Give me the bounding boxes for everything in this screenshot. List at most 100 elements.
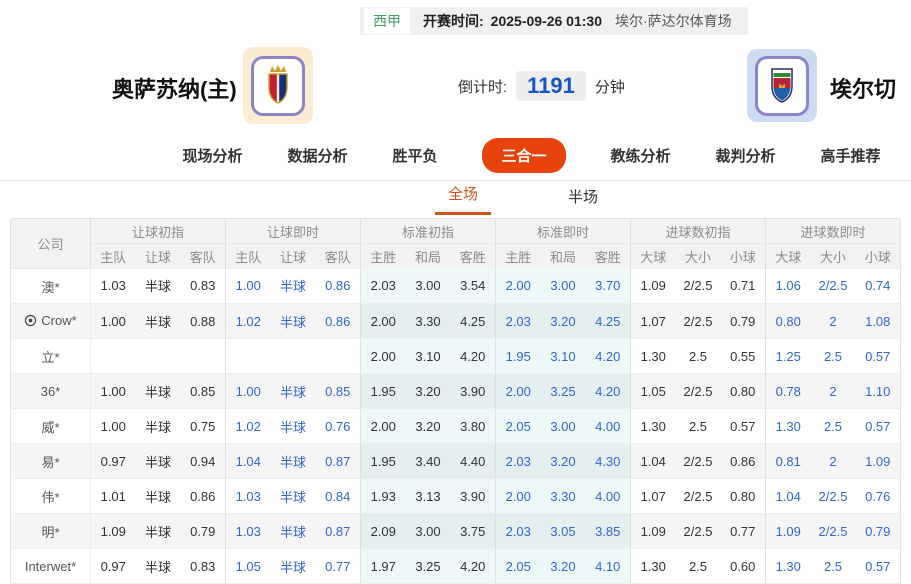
odds-cell: 4.20 <box>451 549 496 584</box>
nav-tab-0[interactable]: 现场分析 <box>182 145 242 166</box>
odds-cell: 0.86 <box>721 444 766 479</box>
odds-cell: 4.20 <box>586 339 631 374</box>
odds-cell: 2/2.5 <box>811 514 856 549</box>
odds-cell: 2.00 <box>496 269 541 304</box>
odds-cell: 0.80 <box>721 374 766 409</box>
odds-cell: 1.93 <box>361 479 406 514</box>
odds-cell: 2/2.5 <box>676 479 721 514</box>
nav-tab-5[interactable]: 裁判分析 <box>716 145 776 166</box>
odds-cell: 3.80 <box>451 409 496 444</box>
company-label: 明* <box>41 522 59 541</box>
odds-cell: 半球 <box>271 374 316 409</box>
odds-cell: 1.00 <box>226 374 271 409</box>
odds-cell: 1.30 <box>766 409 811 444</box>
col-header: 让球 <box>136 244 181 269</box>
odds-cell: 0.83 <box>181 269 226 304</box>
odds-row: 威*1.00半球0.751.02半球0.762.003.203.802.053.… <box>11 409 901 444</box>
odds-cell: 1.95 <box>361 374 406 409</box>
odds-cell: 4.30 <box>586 444 631 479</box>
nav-tab-4[interactable]: 教练分析 <box>611 145 671 166</box>
odds-table: 公司让球初指让球即时标准初指标准即时进球数初指进球数即时主队让球客队主队让球客队… <box>10 218 901 584</box>
odds-cell: 半球 <box>136 514 181 549</box>
odds-cell: 0.71 <box>721 269 766 304</box>
nav-tab-2[interactable]: 胜平负 <box>392 145 437 166</box>
odds-head-columns: 主队让球客队主队让球客队主胜和局客胜主胜和局客胜大球大小小球大球大小小球 <box>11 244 901 269</box>
odds-cell: 0.85 <box>316 374 361 409</box>
odds-cell: 0.85 <box>181 374 226 409</box>
odds-cell: 半球 <box>271 409 316 444</box>
company-label: 澳* <box>41 277 59 296</box>
company-cell[interactable]: Crow* <box>11 304 91 339</box>
period-tabs: 全场 半场 <box>0 182 911 215</box>
odds-cell: 0.79 <box>856 514 901 549</box>
company-cell[interactable]: 易* <box>11 444 91 479</box>
company-cell[interactable]: 明* <box>11 514 91 549</box>
nav-tab-6[interactable]: 高手推荐 <box>821 145 881 166</box>
company-cell[interactable]: 澳* <box>11 269 91 304</box>
odds-cell: 0.80 <box>721 479 766 514</box>
league-badge[interactable]: 西甲 <box>364 8 410 34</box>
odds-cell: 0.77 <box>316 549 361 584</box>
odds-cell: 3.85 <box>586 514 631 549</box>
col-header: 小球 <box>856 244 901 269</box>
period-tab-1[interactable]: 半场 <box>555 186 611 215</box>
odds-cell: 4.10 <box>586 549 631 584</box>
odds-row: Crow*1.00半球0.881.02半球0.862.003.304.252.0… <box>11 304 901 339</box>
odds-row: Interwet*0.97半球0.831.05半球0.771.973.254.2… <box>11 549 901 584</box>
odds-cell: 4.40 <box>451 444 496 479</box>
company-cell[interactable]: 伟* <box>11 479 91 514</box>
col-header: 客队 <box>316 244 361 269</box>
period-tab-0[interactable]: 全场 <box>435 183 491 215</box>
odds-cell <box>226 339 271 374</box>
odds-cell: 1.00 <box>91 304 136 339</box>
nav-tab-3[interactable]: 三合一 <box>482 138 565 173</box>
odds-cell: 2.00 <box>496 374 541 409</box>
venue-name: 埃尔·萨达尔体育场 <box>615 11 732 31</box>
nav-tab-1[interactable]: 数据分析 <box>287 145 347 166</box>
odds-cell: 2.09 <box>361 514 406 549</box>
odds-cell: 半球 <box>136 304 181 339</box>
odds-cell: 2.5 <box>676 339 721 374</box>
match-odds-page: 西甲 开赛时间: 2025-09-26 01:30 埃尔·萨达尔体育场 奥萨苏纳… <box>0 0 911 584</box>
odds-cell: 3.00 <box>406 514 451 549</box>
odds-cell: 0.57 <box>856 409 901 444</box>
odds-cell: 3.20 <box>541 304 586 339</box>
odds-cell: 1.03 <box>226 479 271 514</box>
odds-cell: 0.57 <box>856 549 901 584</box>
company-cell[interactable]: 威* <box>11 409 91 444</box>
odds-cell: 3.90 <box>451 374 496 409</box>
match-info-bar: 西甲 开赛时间: 2025-09-26 01:30 埃尔·萨达尔体育场 <box>360 7 748 35</box>
odds-cell: 3.00 <box>406 269 451 304</box>
company-name: Interwet* <box>25 559 76 574</box>
odds-cell: 2/2.5 <box>676 514 721 549</box>
odds-cell: 半球 <box>271 269 316 304</box>
odds-cell: 0.57 <box>721 409 766 444</box>
kickoff-label: 开赛时间: <box>423 11 484 31</box>
odds-cell: 1.01 <box>91 479 136 514</box>
odds-cell: 0.87 <box>316 514 361 549</box>
odds-cell: 1.05 <box>631 374 676 409</box>
odds-cell: 半球 <box>271 549 316 584</box>
company-cell[interactable]: 36* <box>11 374 91 409</box>
col-header: 客胜 <box>451 244 496 269</box>
odds-cell: 3.30 <box>406 304 451 339</box>
company-name: 澳* <box>41 277 59 296</box>
odds-cell: 2/2.5 <box>676 374 721 409</box>
company-cell[interactable]: Interwet* <box>11 549 91 584</box>
company-header: 公司 <box>11 219 91 269</box>
odds-cell: 2 <box>811 304 856 339</box>
company-cell[interactable]: 立* <box>11 339 91 374</box>
odds-cell: 1.00 <box>91 374 136 409</box>
odds-cell: 1.07 <box>631 304 676 339</box>
odds-cell: 1.09 <box>856 444 901 479</box>
col-header: 大小 <box>676 244 721 269</box>
odds-cell: 0.84 <box>316 479 361 514</box>
home-team-badge <box>243 47 313 124</box>
odds-cell: 2.03 <box>496 514 541 549</box>
odds-cell: 2.03 <box>496 444 541 479</box>
countdown-value: 1191 <box>516 71 586 101</box>
odds-cell: 1.30 <box>766 549 811 584</box>
odds-cell: 2.05 <box>496 549 541 584</box>
company-label: 易* <box>41 452 59 471</box>
odds-cell: 0.57 <box>856 339 901 374</box>
